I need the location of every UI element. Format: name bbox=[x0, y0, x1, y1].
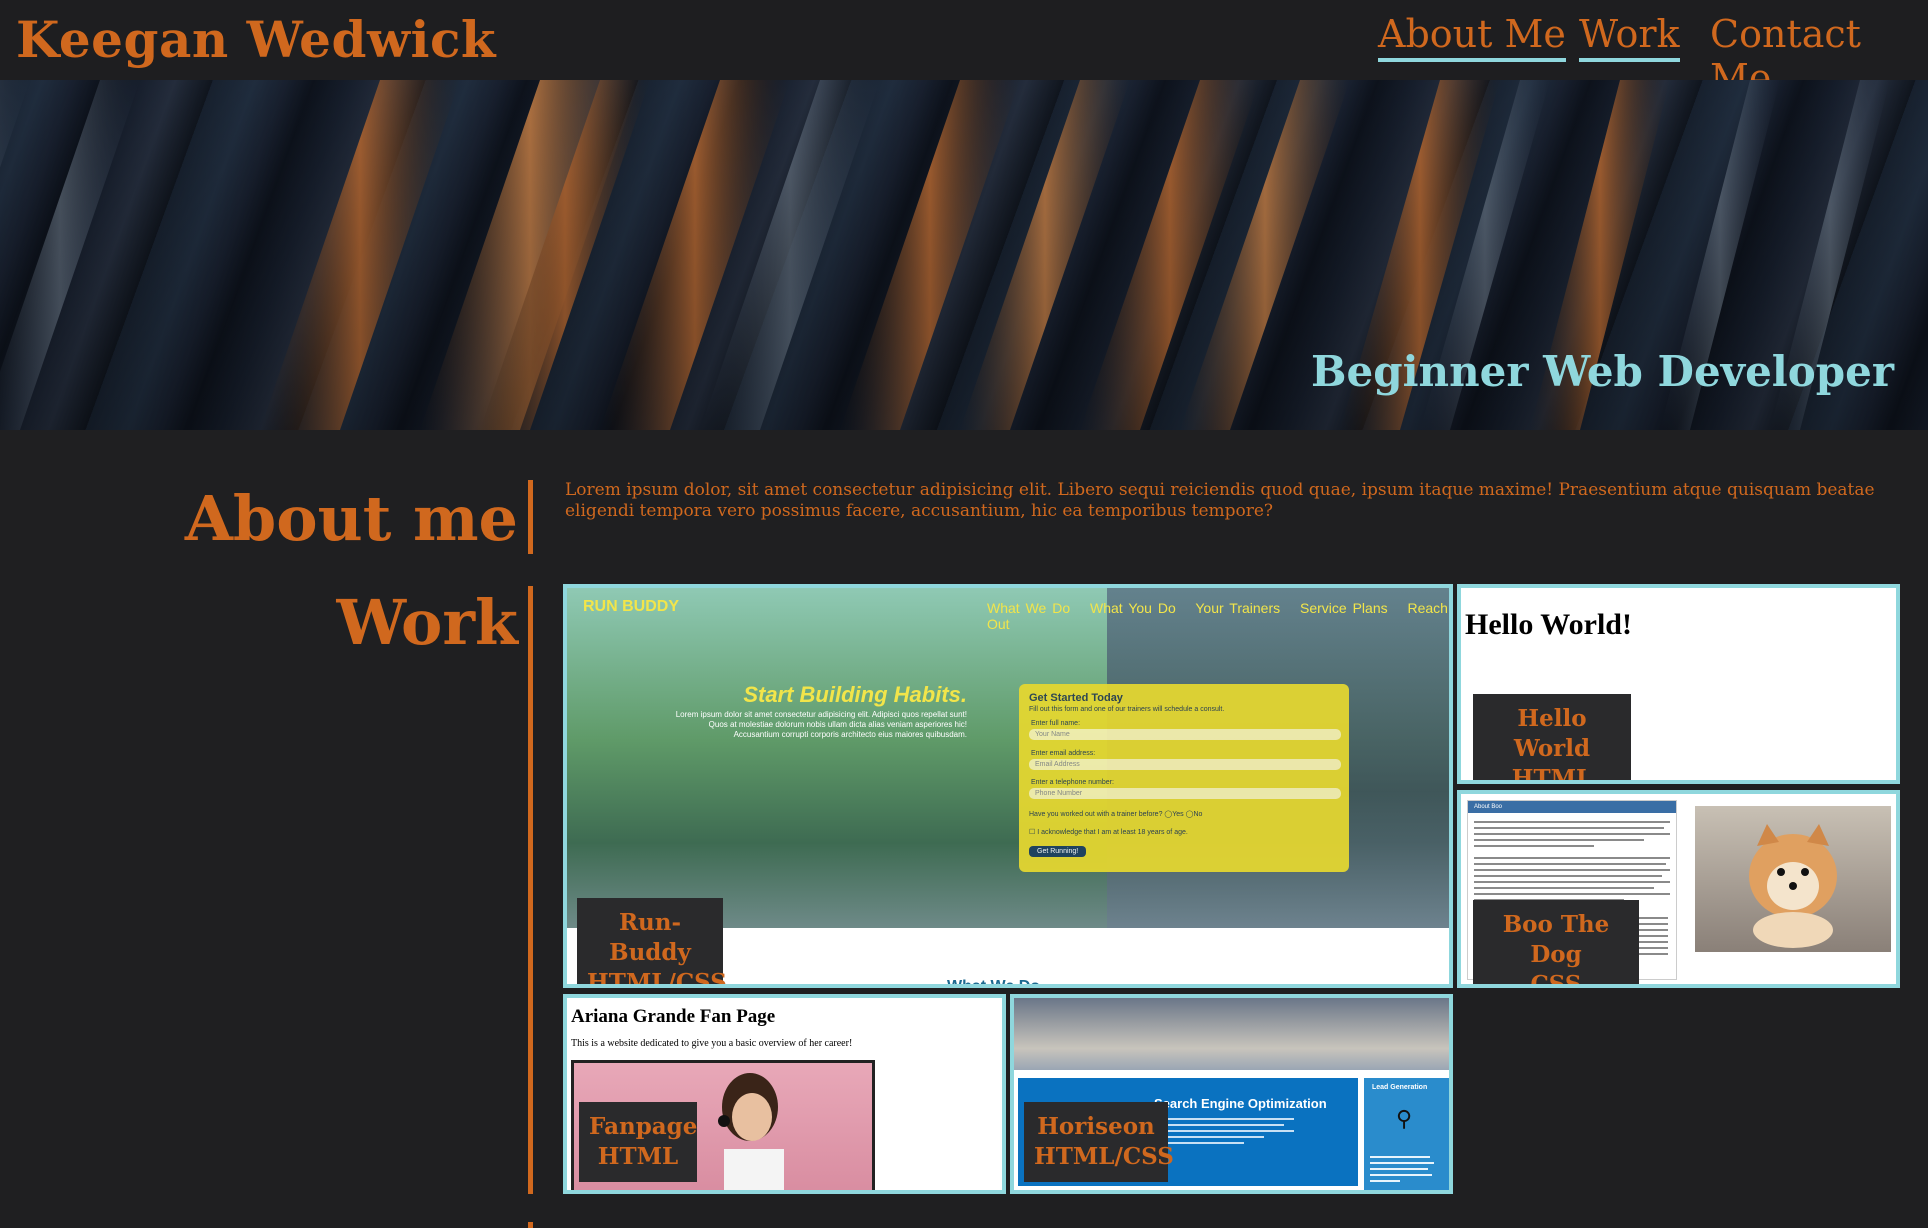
project-tech: HTML bbox=[1511, 765, 1593, 784]
name-input: Your Name bbox=[1029, 729, 1341, 740]
horiseon-seo-text-lines bbox=[1154, 1118, 1294, 1144]
checkbox-icon: ☐ bbox=[1029, 829, 1036, 836]
horiseon-lead-text-lines bbox=[1370, 1156, 1434, 1182]
trainer-question-text: Have you worked out with a trainer befor… bbox=[1029, 811, 1163, 818]
about-divider bbox=[528, 480, 533, 554]
radio-label: No bbox=[1193, 811, 1203, 818]
fanpage-preview-heading: Ariana Grande Fan Page bbox=[571, 1006, 776, 1027]
about-text: Lorem ipsum dolor, sit amet consectetur … bbox=[565, 480, 1875, 521]
run-buddy-nav-item: What You Do bbox=[1090, 600, 1176, 616]
project-title: Boo The Dog bbox=[1502, 911, 1610, 968]
project-card-hello-world[interactable]: Hello World! Hello World HTML bbox=[1457, 584, 1900, 784]
age-checkbox: ☐ I acknowledge that I am at least 18 ye… bbox=[1029, 828, 1188, 836]
about-heading: About me bbox=[184, 482, 518, 555]
work-divider bbox=[528, 586, 533, 1194]
project-card-boo-the-dog[interactable]: About Boo Boo The Dog CSS bbox=[1457, 790, 1900, 988]
site-header: Keegan Wedwick About Me Work Contact Me bbox=[0, 0, 1928, 106]
get-running-button: Get Running! bbox=[1029, 846, 1087, 857]
project-tech: HTML/CSS bbox=[1034, 1143, 1174, 1170]
run-buddy-nav-item: What We Do bbox=[987, 600, 1071, 616]
run-buddy-section-peek: What We Do bbox=[947, 978, 1041, 988]
project-label-hello-world: Hello World HTML bbox=[1473, 694, 1631, 784]
checkbox-label: I acknowledge that I am at least 18 year… bbox=[1037, 829, 1188, 836]
project-label-boo-the-dog: Boo The Dog CSS bbox=[1473, 900, 1639, 988]
horiseon-lead-panel: Lead Generation ⚲ bbox=[1364, 1078, 1449, 1190]
project-label-horiseon: Horiseon HTML/CSS bbox=[1024, 1102, 1174, 1182]
project-label-fanpage: Fanpage HTML bbox=[579, 1102, 697, 1182]
form-subtitle: Fill out this form and one of our traine… bbox=[1029, 706, 1225, 713]
project-title: Hello World bbox=[1513, 705, 1591, 762]
project-title: Horiseon bbox=[1037, 1113, 1155, 1140]
project-tech: HTML/CSS bbox=[587, 969, 727, 988]
phone-input: Phone Number bbox=[1029, 788, 1341, 799]
run-buddy-brand: RUN BUDDY bbox=[583, 598, 679, 615]
project-card-run-buddy[interactable]: RUN BUDDY What We Do What You Do Your Tr… bbox=[563, 584, 1453, 988]
horiseon-hero-photo bbox=[1014, 998, 1449, 1070]
dog-icon bbox=[1749, 824, 1837, 948]
field-label: Enter email address: bbox=[1031, 750, 1096, 757]
nav-about-me[interactable]: About Me bbox=[1378, 12, 1566, 62]
lead-generation-icon: ⚲ bbox=[1396, 1106, 1413, 1131]
project-label-run-buddy: Run-Buddy HTML/CSS bbox=[577, 898, 727, 988]
next-section-divider bbox=[528, 1222, 533, 1228]
horiseon-lead-title: Lead Generation bbox=[1372, 1084, 1428, 1091]
hero-banner: Beginner Web Developer bbox=[0, 80, 1928, 430]
run-buddy-nav-item: Service Plans bbox=[1300, 600, 1388, 616]
run-buddy-blurb: Lorem ipsum dolor sit amet consectetur a… bbox=[675, 710, 967, 739]
site-title: Keegan Wedwick bbox=[16, 10, 497, 69]
work-heading: Work bbox=[336, 586, 518, 659]
run-buddy-form: Get Started Today Fill out this form and… bbox=[1019, 684, 1349, 872]
field-label: Enter full name: bbox=[1031, 720, 1081, 727]
run-buddy-nav-item: Your Trainers bbox=[1195, 600, 1281, 616]
radio-label: Yes bbox=[1172, 811, 1184, 818]
horiseon-seo-title: Search Engine Optimization bbox=[1154, 1096, 1327, 1111]
run-buddy-headline: Start Building Habits. bbox=[743, 682, 967, 707]
trainer-question: Have you worked out with a trainer befor… bbox=[1029, 810, 1202, 818]
run-buddy-nav: What We Do What You Do Your Trainers Ser… bbox=[987, 600, 1449, 632]
nav-work[interactable]: Work bbox=[1579, 12, 1680, 62]
project-card-horiseon[interactable]: Search Engine Optimization Lead Generati… bbox=[1010, 994, 1453, 1194]
hello-world-preview-heading: Hello World! bbox=[1465, 608, 1632, 641]
fanpage-preview-subtitle: This is a website dedicated to give you … bbox=[571, 1038, 853, 1049]
project-tech: CSS bbox=[1530, 971, 1582, 988]
project-title: Fanpage bbox=[589, 1113, 698, 1140]
boo-dog-photo bbox=[1695, 806, 1891, 952]
email-input: Email Address bbox=[1029, 759, 1341, 770]
field-label: Enter a telephone number: bbox=[1031, 779, 1114, 786]
project-title: Run-Buddy bbox=[609, 909, 691, 966]
project-tech: HTML bbox=[597, 1143, 679, 1170]
hero-subtitle: Beginner Web Developer bbox=[1311, 347, 1894, 396]
boo-preview-bar: About Boo bbox=[1468, 801, 1676, 813]
form-title: Get Started Today bbox=[1029, 692, 1123, 704]
project-card-fanpage[interactable]: Ariana Grande Fan Page This is a website… bbox=[563, 994, 1006, 1194]
